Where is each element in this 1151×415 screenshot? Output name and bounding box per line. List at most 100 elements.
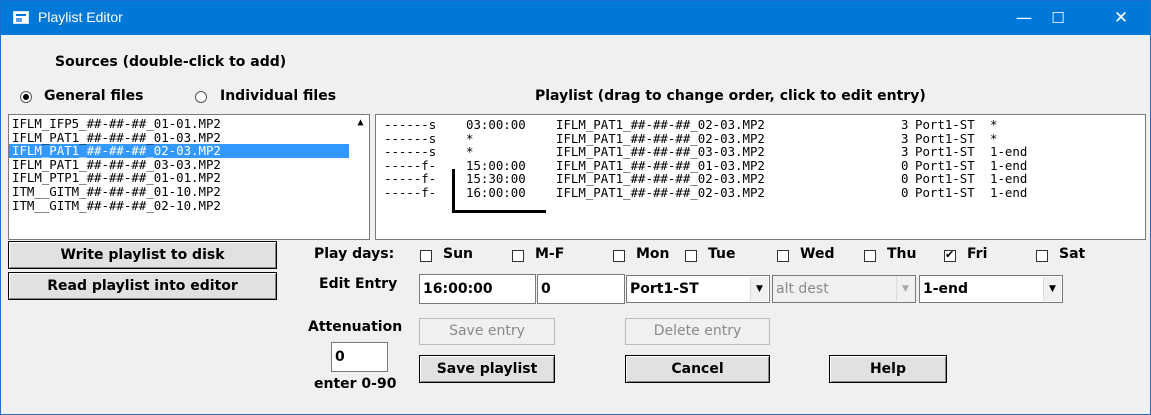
playlist-cell-flags: ------s (384, 117, 437, 132)
general-files-label[interactable]: General files (44, 88, 143, 104)
source-file-item[interactable]: ITM__GITM_##-##-##_01-10.MP2 (9, 185, 369, 199)
playlist-cell-file: IFLM_PAT1_##-##-##_01-03.MP2 (556, 157, 765, 173)
playlist-cell-att: 0 (901, 185, 909, 200)
chevron-down-icon[interactable]: ▼ (1043, 277, 1061, 301)
attenuation-label: Attenuation (308, 319, 403, 335)
individual-files-radio[interactable] (195, 91, 207, 103)
playlist-cell-flags: ------s (384, 144, 437, 160)
day-checkbox-fri[interactable] (944, 248, 956, 262)
playlist-cell-time: 03:00:00 (466, 117, 526, 132)
day-checkbox-m-f[interactable] (512, 250, 524, 262)
playlist-cell-att: 3 (901, 130, 909, 146)
chevron-down-icon: ▼ (896, 277, 914, 301)
alt-dest-select: alt dest ▼ (772, 275, 916, 303)
playlist-cell-time: 15:30:00 (466, 171, 526, 187)
sources-heading: Sources (double-click to add) (55, 54, 287, 70)
day-label-wed[interactable]: Wed (800, 246, 834, 262)
app-icon (13, 11, 29, 24)
time-group-bracket (452, 169, 455, 212)
playlist-cell-att: 3 (901, 117, 909, 132)
playlist-cell-time: * (466, 144, 474, 160)
playlist-cell-end: 1-end (990, 185, 1028, 200)
day-label-sun[interactable]: Sun (443, 246, 473, 262)
chevron-down-icon[interactable]: ▼ (750, 277, 768, 301)
playlist-cell-file: IFLM_PAT1_##-##-##_02-03.MP2 (556, 130, 765, 146)
playlist-cell-end: 1-end (990, 157, 1028, 173)
alt-dest-value: alt dest (776, 281, 829, 297)
day-label-sat[interactable]: Sat (1059, 246, 1085, 262)
source-file-item[interactable]: IFLM_IFP5_##-##-##_01-01.MP2 (9, 117, 369, 131)
playlist-cell-file: IFLM_PAT1_##-##-##_02-03.MP2 (556, 117, 765, 132)
general-files-radio[interactable] (20, 91, 32, 103)
playlist-cell-flags: -----f- (384, 171, 437, 187)
write-playlist-button[interactable]: Write playlist to disk (8, 241, 277, 269)
sources-listbox[interactable]: IFLM_IFP5_##-##-##_01-01.MP2 IFLM_PAT1_##… (8, 114, 370, 240)
source-file-item[interactable]: IFLM_PTP1_##-##-##_01-01.MP2 (9, 171, 369, 185)
day-checkbox-tue[interactable] (685, 250, 697, 262)
day-label-m-f[interactable]: M-F (535, 246, 564, 262)
end-select[interactable]: 1-end ▼ (919, 275, 1063, 303)
attenuation-field[interactable]: 0 (331, 342, 388, 372)
day-checkbox-thu[interactable] (864, 250, 876, 262)
playlist-cell-att: 3 (901, 144, 909, 160)
day-checkbox-wed[interactable] (777, 250, 789, 262)
playlist-cell-flags: -----f- (384, 185, 437, 200)
playlist-cell-port: Port1-ST (915, 117, 975, 132)
entry-time-field[interactable]: 16:00:00 (419, 274, 536, 304)
day-label-fri[interactable]: Fri (967, 246, 987, 262)
playlist-cell-port: Port1-ST (915, 130, 975, 146)
time-group-bracket-bottom (452, 210, 546, 213)
playlist-cell-time: 16:00:00 (466, 185, 526, 200)
sources-scrollbar[interactable]: ▲ (352, 115, 369, 239)
entry-attenuation-field[interactable]: 0 (537, 274, 625, 304)
playlist-cell-flags: ------s (384, 130, 437, 146)
playlist-cell-port: Port1-ST (915, 144, 975, 160)
day-checkbox-sun[interactable] (420, 250, 432, 262)
cancel-button[interactable]: Cancel (625, 355, 770, 383)
individual-files-label[interactable]: Individual files (220, 88, 336, 104)
end-select-value: 1-end (923, 281, 969, 297)
day-checkbox-mon[interactable] (613, 250, 625, 262)
delete-entry-button: Delete entry (625, 318, 770, 345)
playlist-cell-att: 0 (901, 171, 909, 187)
source-file-item[interactable]: IFLM_PAT1_##-##-##_01-03.MP2 (9, 130, 369, 145)
source-file-item[interactable]: IFLM_PAT1_##-##-##_03-03.MP2 (9, 158, 369, 172)
playlist-cell-end: 1-end (990, 171, 1028, 187)
playlist-listbox[interactable]: ------s 03:00:00 IFLM_PAT1_##-##-##_02-03.… (375, 114, 1146, 240)
port-select-value: Port1-ST (630, 281, 699, 297)
source-file-item[interactable]: ITM__GITM_##-##-##_02-10.MP2 (9, 198, 369, 213)
playlist-row[interactable]: -----f- 16:00:00 IFLM_PAT1_##-##-##_02-03.… (376, 186, 1136, 200)
scroll-up-icon[interactable]: ▲ (352, 117, 369, 128)
playlist-cell-time: * (466, 130, 474, 146)
playlist-editor-window: Playlist Editor — ☐ ✕ Sources (double-cl… (0, 0, 1151, 415)
playlist-cell-file: IFLM_PAT1_##-##-##_02-03.MP2 (556, 185, 765, 200)
playlist-cell-end: 1-end (990, 144, 1028, 160)
day-label-thu[interactable]: Thu (887, 246, 916, 262)
maximize-button[interactable]: ☐ (1035, 1, 1081, 35)
source-file-item[interactable]: IFLM_PAT1_##-##-##_02-03.MP2 (9, 144, 349, 158)
attenuation-hint: enter 0-90 (314, 376, 397, 392)
day-label-mon[interactable]: Mon (636, 246, 670, 262)
port-select[interactable]: Port1-ST ▼ (626, 275, 770, 303)
playlist-cell-end: * (990, 117, 998, 132)
playlist-cell-time: 15:00:00 (466, 157, 526, 173)
playlist-cell-att: 0 (901, 157, 909, 173)
playlist-heading: Playlist (drag to change order, click to… (535, 88, 926, 104)
help-button[interactable]: Help (829, 355, 947, 383)
day-label-tue[interactable]: Tue (708, 246, 735, 262)
playlist-cell-file: IFLM_PAT1_##-##-##_03-03.MP2 (556, 144, 765, 160)
playlist-cell-port: Port1-ST (915, 157, 975, 173)
window-title: Playlist Editor (38, 9, 123, 25)
playlist-row[interactable]: ------s 03:00:00 IFLM_PAT1_##-##-##_02-03.… (376, 118, 1136, 132)
close-button[interactable]: ✕ (1098, 1, 1144, 35)
save-entry-button: Save entry (419, 318, 555, 345)
day-checkbox-sat[interactable] (1036, 250, 1048, 262)
read-playlist-button[interactable]: Read playlist into editor (8, 272, 277, 300)
playlist-cell-port: Port1-ST (915, 171, 975, 187)
edit-entry-label: Edit Entry (319, 276, 398, 292)
save-playlist-button[interactable]: Save playlist (419, 355, 555, 383)
title-bar[interactable]: Playlist Editor — ☐ ✕ (1, 1, 1150, 35)
play-days-label: Play days: (314, 246, 395, 262)
playlist-cell-file: IFLM_PAT1_##-##-##_02-03.MP2 (556, 171, 765, 187)
playlist-cell-port: Port1-ST (915, 185, 975, 200)
